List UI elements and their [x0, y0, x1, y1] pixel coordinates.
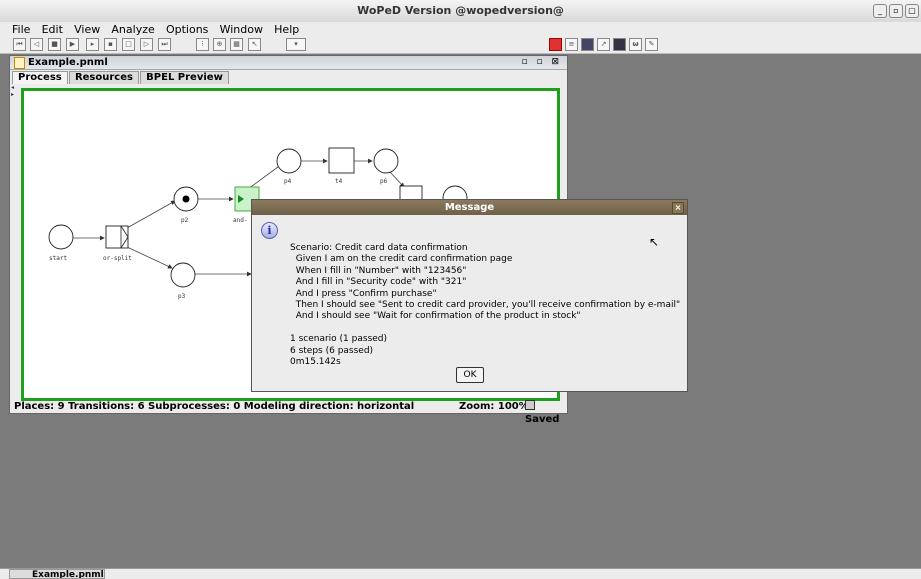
document-icon: [14, 57, 25, 69]
side-arrows[interactable]: ◂ ▸: [11, 84, 17, 98]
toolbar: ⏮ ◁ ■ ▶ ▸ ▪ □ ▷ ⏭ ⁝ ⊕ ▦ ↖ ▾ ≡ ↗ ω ✎: [0, 37, 921, 54]
label-t4: t4: [335, 178, 343, 185]
place-p4[interactable]: [276, 148, 302, 174]
window-title: WoPeD Version @wopedversion@: [357, 4, 564, 17]
label-p4: p4: [284, 178, 292, 185]
token: [182, 195, 190, 203]
status-zoom: Zoom: 100%: [459, 401, 529, 412]
document-titlebar: Example.pnml ▫ ▫ ⊠: [10, 56, 567, 70]
tab-bpel-preview[interactable]: BPEL Preview: [140, 71, 229, 84]
ok-button[interactable]: OK: [456, 367, 484, 383]
first-step-icon[interactable]: ⏮: [13, 38, 26, 51]
transition-t4[interactable]: [328, 147, 355, 174]
zoom-icon[interactable]: ⊕: [213, 38, 226, 51]
tab-resources[interactable]: Resources: [68, 71, 139, 84]
place-p6[interactable]: [373, 148, 399, 174]
label-p6: p6: [380, 178, 388, 185]
tab-process[interactable]: Process: [12, 71, 68, 84]
quantitative-icon[interactable]: ↗: [597, 38, 610, 51]
editor-tabs: Process Resources BPEL Preview: [12, 71, 229, 84]
menu-bar: File Edit View Analyze Options Window He…: [0, 22, 921, 37]
tokens-icon[interactable]: ⁝: [196, 38, 209, 51]
place-start[interactable]: [48, 224, 74, 250]
menu-help[interactable]: Help: [274, 22, 299, 37]
mouse-pointer-icon: ↖: [649, 235, 660, 249]
omega-icon[interactable]: ω: [629, 38, 642, 51]
label-p2: p2: [181, 217, 189, 224]
label-start: start: [49, 255, 68, 262]
minimize-button[interactable]: _: [873, 4, 887, 18]
step-into-icon[interactable]: ▸: [86, 38, 99, 51]
label-or-split: or-split: [103, 255, 132, 262]
status-bar: Places: 9 Transitions: 6 Subprocesses: 0…: [12, 400, 562, 425]
close-window-button[interactable]: ▢: [905, 4, 919, 18]
dialog-title: Message: [444, 202, 495, 213]
last-step-icon[interactable]: ⏭: [158, 38, 171, 51]
cursor-icon[interactable]: ↖: [248, 38, 261, 51]
save-icon: [525, 400, 535, 410]
dialog-close-button[interactable]: ×: [672, 202, 684, 214]
palette-icon[interactable]: ▾: [286, 38, 306, 51]
grid-icon[interactable]: ▦: [230, 38, 243, 51]
brush-icon[interactable]: ✎: [645, 38, 658, 51]
pause-icon[interactable]: □: [122, 38, 135, 51]
step-forward-icon[interactable]: ▷: [140, 38, 153, 51]
play-icon[interactable]: ▶: [66, 38, 79, 51]
menu-edit[interactable]: Edit: [42, 22, 63, 37]
menu-options[interactable]: Options: [166, 22, 208, 37]
status-counts: Places: 9 Transitions: 6 Subprocesses: 0…: [14, 401, 415, 412]
info-icon: i: [261, 222, 278, 239]
analysis-icon[interactable]: [549, 38, 562, 51]
window-controls: _ ▫ ▢: [873, 4, 919, 18]
capacity-icon[interactable]: [613, 38, 626, 51]
frame-controls[interactable]: ▫ ▫ ⊠: [522, 56, 562, 69]
message-dialog: Message × i Scenario: Credit card data c…: [251, 199, 688, 392]
taskbar: Example.pnml: [0, 568, 921, 579]
menu-file[interactable]: File: [12, 22, 30, 37]
menu-view[interactable]: View: [74, 22, 100, 37]
place-p3[interactable]: [170, 262, 196, 288]
report-icon[interactable]: ≡: [565, 38, 578, 51]
status-saved: Saved: [525, 400, 562, 426]
menu-analyze[interactable]: Analyze: [111, 22, 154, 37]
metrics-icon[interactable]: [581, 38, 594, 51]
restore-button[interactable]: ▫: [889, 4, 903, 18]
stop-icon[interactable]: ■: [48, 38, 61, 51]
step-back-icon[interactable]: ◁: [30, 38, 43, 51]
transition-or-split[interactable]: [105, 225, 129, 249]
dialog-message: Scenario: Credit card data confirmation …: [290, 243, 681, 368]
label-and: and-: [233, 217, 248, 224]
menu-window[interactable]: Window: [220, 22, 263, 37]
window-titlebar: WoPeD Version @wopedversion@ _ ▫ ▢: [0, 0, 921, 23]
record-icon[interactable]: ▪: [104, 38, 117, 51]
saved-label: Saved: [525, 414, 560, 425]
document-title: Example.pnml: [28, 57, 108, 68]
label-p3: p3: [178, 293, 186, 300]
dialog-titlebar: Message ×: [252, 200, 687, 215]
